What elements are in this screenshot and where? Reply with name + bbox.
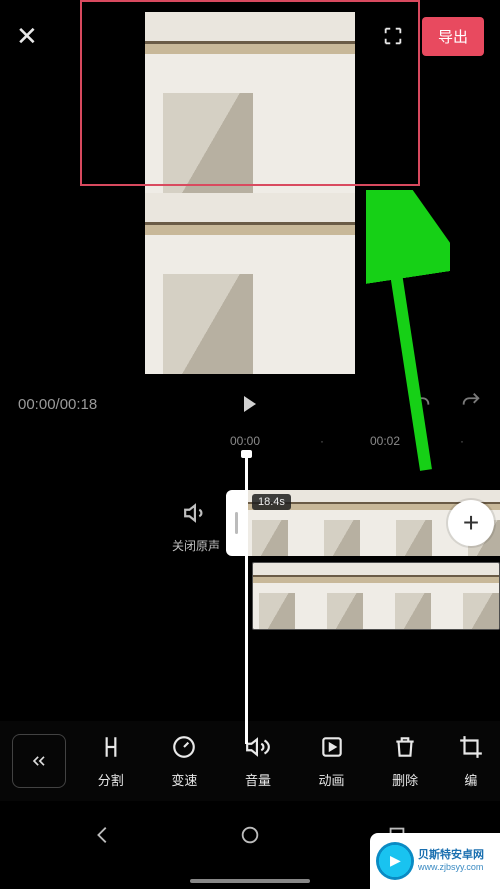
play-icon[interactable] xyxy=(244,396,256,412)
undo-icon[interactable] xyxy=(410,390,432,418)
video-preview[interactable] xyxy=(0,0,500,376)
tool-label: 音量 xyxy=(245,770,271,789)
timeline[interactable]: 关闭原声 18.4s + xyxy=(0,460,500,750)
animation-icon xyxy=(319,734,345,760)
add-clip-button[interactable]: + xyxy=(448,500,494,546)
home-indicator xyxy=(190,879,310,883)
redo-icon[interactable] xyxy=(460,390,482,418)
back-icon[interactable] xyxy=(92,824,114,851)
site-watermark: 贝斯特安卓网 www.zjbsyy.com xyxy=(370,833,500,889)
split-icon xyxy=(98,734,124,760)
clip-duration-badge: 18.4s xyxy=(252,494,291,510)
tool-animation[interactable]: 动画 xyxy=(295,734,369,789)
speed-icon xyxy=(171,734,197,760)
preview-bottom-half xyxy=(145,193,355,374)
mute-original-audio[interactable]: 关闭原声 xyxy=(166,500,226,554)
mute-label: 关闭原声 xyxy=(166,537,226,554)
volume-icon xyxy=(245,734,271,760)
watermark-text: 贝斯特安卓网 www.zjbsyy.com xyxy=(418,849,484,873)
selection-box[interactable] xyxy=(80,0,420,186)
tool-delete[interactable]: 删除 xyxy=(368,734,442,789)
tool-volume[interactable]: 音量 xyxy=(221,734,295,789)
tool-label: 删除 xyxy=(392,770,418,789)
tool-label: 分割 xyxy=(98,770,124,789)
ruler-dot: · xyxy=(460,434,464,448)
watermark-logo-icon xyxy=(376,842,414,880)
tool-label: 编 xyxy=(464,770,477,789)
tool-edit[interactable]: 编 xyxy=(442,734,500,789)
collapse-toolbar-button[interactable] xyxy=(12,734,66,788)
playback-controls: 00:00/00:18 xyxy=(0,388,500,420)
edit-toolbar: 分割 变速 音量 动画 删除 编 xyxy=(0,721,500,801)
tool-label: 变速 xyxy=(171,770,197,789)
playhead[interactable] xyxy=(245,454,248,744)
ruler-dot: · xyxy=(320,434,324,448)
speaker-icon xyxy=(183,500,209,526)
time-display: 00:00/00:18 xyxy=(18,396,97,413)
delete-icon xyxy=(392,734,418,760)
crop-icon xyxy=(456,734,486,760)
clip-trim-handle[interactable] xyxy=(226,490,246,556)
tool-split[interactable]: 分割 xyxy=(74,734,148,789)
tool-label: 动画 xyxy=(319,770,345,789)
video-track-2[interactable] xyxy=(252,562,500,630)
ruler-tick: 00:00 xyxy=(230,434,260,448)
home-icon[interactable] xyxy=(239,824,261,851)
chevron-double-left-icon xyxy=(29,751,49,771)
ruler-tick: 00:02 xyxy=(370,434,400,448)
tool-speed[interactable]: 变速 xyxy=(148,734,222,789)
